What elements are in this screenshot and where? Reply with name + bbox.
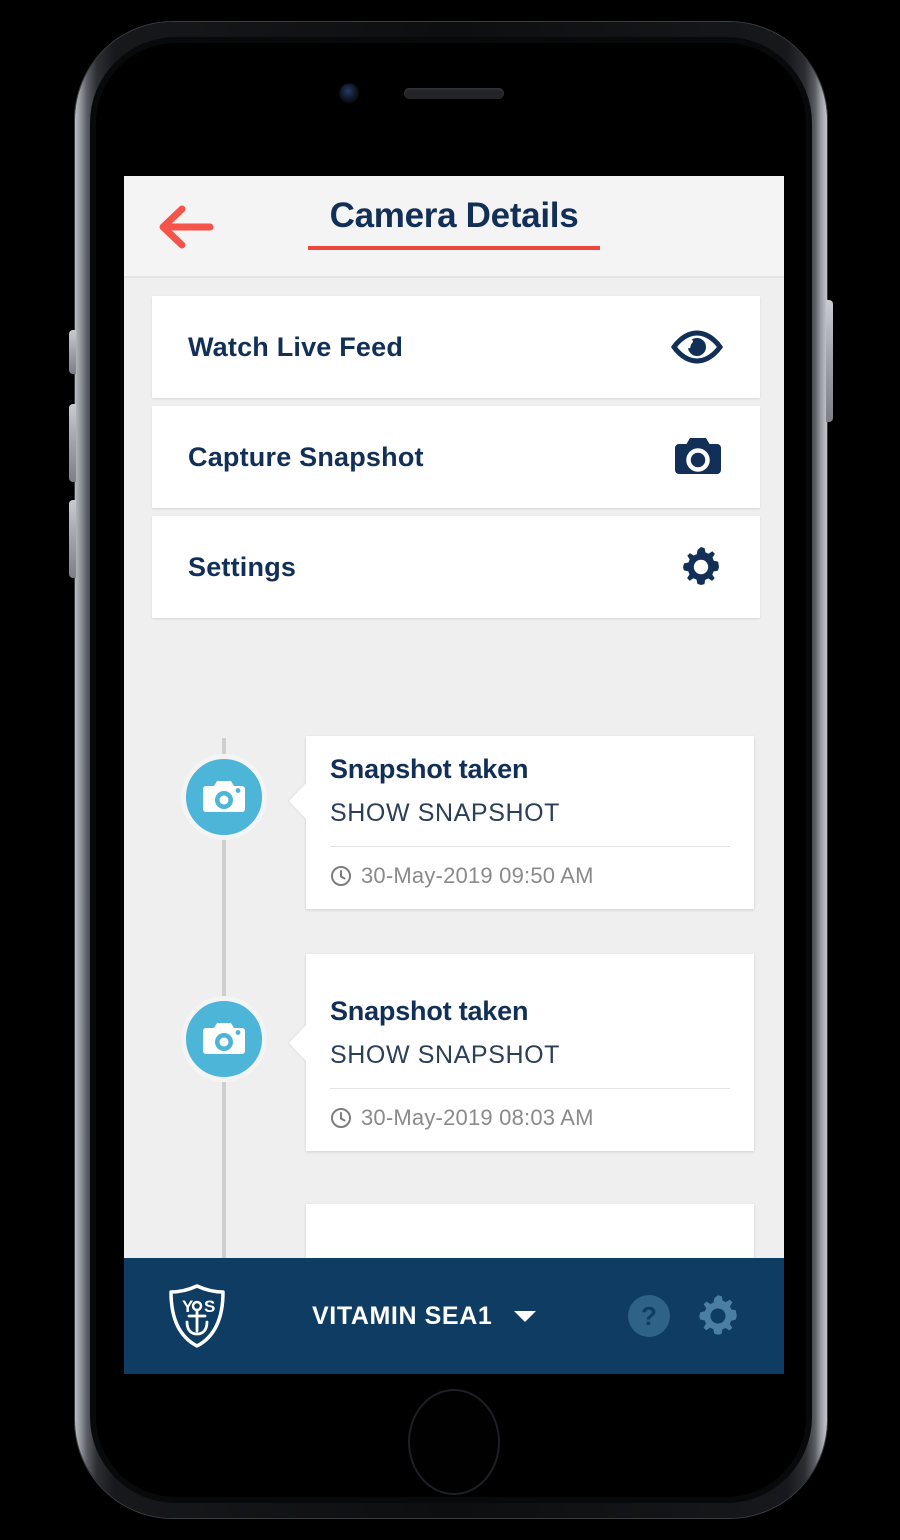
clock-icon <box>331 866 351 886</box>
timestamp-row: 30-May-2019 09:50 AM <box>330 863 730 889</box>
shield-anchor-logo: Y S <box>169 1284 225 1348</box>
brand-logo[interactable]: Y S <box>166 1283 228 1349</box>
earpiece-speaker <box>404 88 504 99</box>
volume-down-button[interactable] <box>69 500 76 578</box>
power-button[interactable] <box>826 300 833 422</box>
gear-icon <box>678 544 724 590</box>
timestamp-row: 30-May-2019 08:03 AM <box>330 1105 730 1131</box>
timeline-timestamp: 30-May-2019 09:50 AM <box>361 863 594 888</box>
chevron-down-icon <box>514 1311 537 1322</box>
mute-switch-button[interactable] <box>69 330 76 374</box>
timeline-badge-snapshot[interactable] <box>181 996 267 1082</box>
camera-actions-list: Watch Live Feed Capture Snapshot Setting… <box>152 296 760 618</box>
settings-button[interactable]: Settings <box>152 516 760 618</box>
camera-icon <box>203 781 245 812</box>
card-divider <box>330 846 730 847</box>
svg-text:S: S <box>204 1297 215 1316</box>
card-divider <box>330 1088 730 1089</box>
front-camera-icon <box>340 84 358 102</box>
timeline-badge-snapshot[interactable] <box>181 754 267 840</box>
camera-icon <box>203 1023 245 1054</box>
timeline-card: Snapshot taken SHOW SNAPSHOT 30-May-2019… <box>289 954 754 1151</box>
timeline-title: Snapshot taken <box>330 754 529 784</box>
timeline-title: Snapshot taken <box>330 996 529 1026</box>
title-underline <box>308 246 600 250</box>
card-pointer <box>289 782 307 820</box>
timeline-timestamp: 30-May-2019 08:03 AM <box>361 1105 594 1130</box>
app-screen: Camera Details Snapshot taken SHOW SNAPS… <box>124 176 784 1374</box>
show-snapshot-link[interactable]: SHOW SNAPSHOT <box>330 1041 730 1070</box>
bar-actions: ? <box>626 1292 742 1340</box>
gear-icon <box>699 1295 737 1335</box>
eye-icon <box>670 328 724 366</box>
clock-icon <box>331 1108 351 1128</box>
settings-icon-button[interactable] <box>694 1292 742 1340</box>
action-label: Capture Snapshot <box>188 441 424 472</box>
watch-live-feed-button[interactable]: Watch Live Feed <box>152 296 760 398</box>
app-header: Camera Details <box>124 176 784 278</box>
help-circle-icon: ? <box>628 1295 670 1337</box>
site-name: VITAMIN SEA1 <box>312 1301 493 1330</box>
help-button[interactable]: ? <box>626 1293 672 1339</box>
home-button[interactable] <box>408 1389 500 1495</box>
timeline-card: Snapshot taken SHOW SNAPSHOT 30-May-2019… <box>289 736 754 909</box>
show-snapshot-link[interactable]: SHOW SNAPSHOT <box>330 799 730 828</box>
camera-icon <box>672 435 724 479</box>
action-label: Settings <box>188 551 297 582</box>
svg-text:?: ? <box>641 1301 657 1331</box>
card-pointer <box>289 1024 307 1062</box>
site-selector[interactable]: VITAMIN SEA1 <box>312 1302 538 1331</box>
bottom-app-bar: Y S VITAMIN SEA1 ? <box>124 1258 784 1374</box>
screen-body: Snapshot taken SHOW SNAPSHOT 30-May-2019… <box>124 278 784 1374</box>
phone-mockup: Camera Details Snapshot taken SHOW SNAPS… <box>0 0 900 1540</box>
capture-snapshot-button[interactable]: Capture Snapshot <box>152 406 760 508</box>
action-label: Watch Live Feed <box>188 331 404 362</box>
volume-up-button[interactable] <box>69 404 76 482</box>
page-title: Camera Details <box>329 196 579 235</box>
